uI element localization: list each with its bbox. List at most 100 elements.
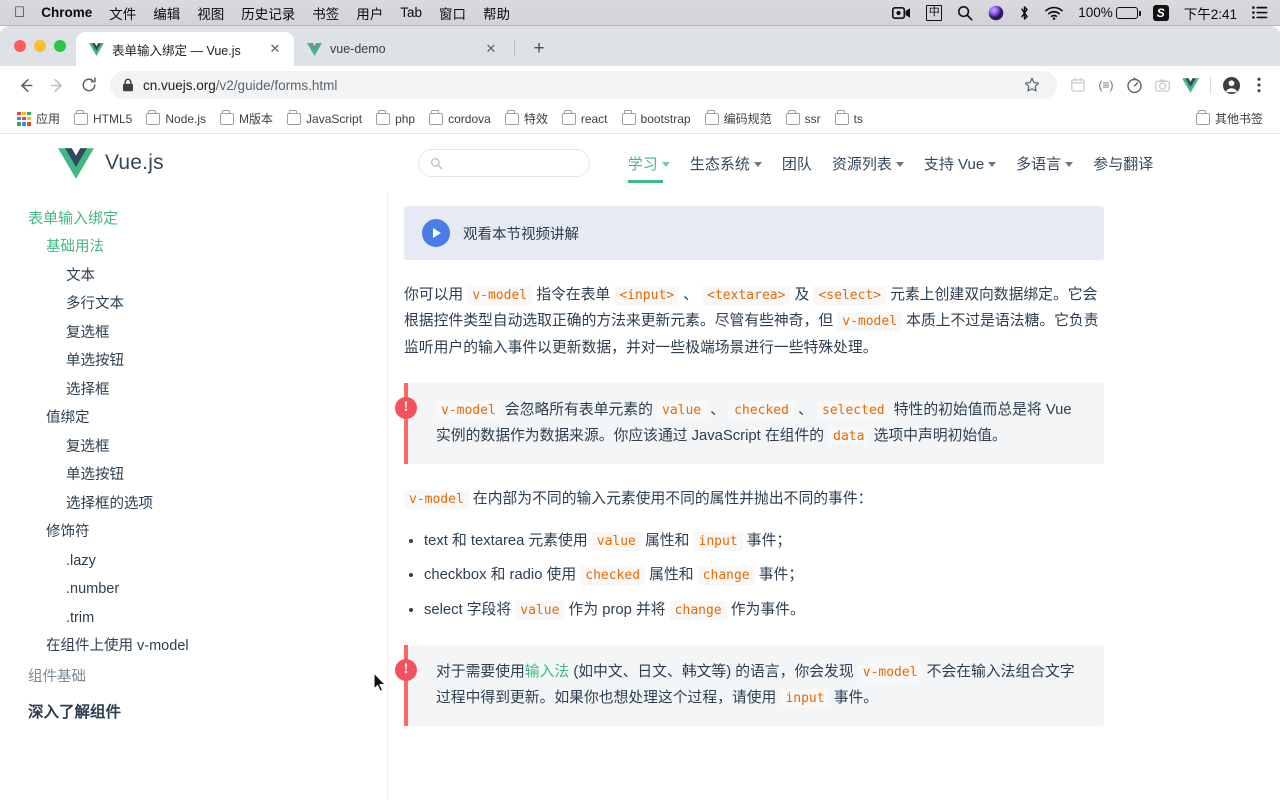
nav-item-resources[interactable]: 资源列表 xyxy=(822,149,914,178)
tip-paragraph: 对于需要使用输入法 (如中文、日文、韩文等) 的语言，你会发现 v-model … xyxy=(436,659,1084,712)
bookmark-javascript[interactable]: JavaScript xyxy=(280,109,369,129)
sidebar-item-textarea[interactable]: 多行文本 xyxy=(24,290,387,319)
bookmark-ts[interactable]: ts xyxy=(828,109,870,129)
browser-tab-inactive[interactable]: vue-demo ✕ xyxy=(294,32,510,66)
bullet-1-text-2: 属性和 xyxy=(645,567,698,584)
sidebar-item-value-binding[interactable]: 值绑定 xyxy=(24,404,387,433)
sidebar-item-vmodel-components[interactable]: 在组件上使用 v-model xyxy=(24,632,387,661)
bookmark-nodejs[interactable]: Node.js xyxy=(139,109,213,129)
minimize-window-button[interactable] xyxy=(34,40,46,52)
video-banner[interactable]: 观看本节视频讲解 xyxy=(404,206,1104,260)
bookmark-label: ssr xyxy=(804,111,821,126)
bookmark-label: 应用 xyxy=(36,112,61,126)
bookmark-php[interactable]: php xyxy=(369,109,422,129)
bookmark-ssr[interactable]: ssr xyxy=(779,109,828,129)
code-v-model: v-model xyxy=(467,286,533,305)
folder-icon xyxy=(287,110,302,125)
sidebar-item-checkbox[interactable]: 复选框 xyxy=(24,319,387,348)
sidebar-item-select[interactable]: 选择框 xyxy=(24,376,387,405)
menu-item-file[interactable]: 文件 xyxy=(109,3,136,23)
bookmark-apps[interactable]: 应用 xyxy=(10,107,67,130)
menu-item-window[interactable]: 窗口 xyxy=(439,3,466,23)
menu-item-profiles[interactable]: 用户 xyxy=(356,3,383,23)
camera-extension-icon[interactable] xyxy=(1149,72,1175,98)
battery-status[interactable]: 100% xyxy=(1078,5,1141,20)
bookmark-html5[interactable]: HTML5 xyxy=(67,109,139,129)
calendar-extension-icon[interactable] xyxy=(1065,72,1091,98)
sidebar-item-text[interactable]: 文本 xyxy=(24,262,387,291)
nav-item-team[interactable]: 团队 xyxy=(772,149,822,178)
bookmark-texiao[interactable]: 特效 xyxy=(498,107,555,130)
sidebar-item-radio[interactable]: 单选按钮 xyxy=(24,347,387,376)
menu-item-history[interactable]: 历史记录 xyxy=(241,3,295,23)
bluetooth-icon[interactable] xyxy=(1019,5,1030,21)
nav-item-support[interactable]: 支持 Vue xyxy=(914,149,1006,178)
nav-item-learn[interactable]: 学习 xyxy=(618,149,680,183)
bookmark-cordova[interactable]: cordova xyxy=(422,109,498,129)
ime-link[interactable]: 输入法 xyxy=(525,664,569,680)
nav-item-languages[interactable]: 多语言 xyxy=(1006,149,1083,178)
menu-item-view[interactable]: 视图 xyxy=(197,3,224,23)
bookmark-bianmaguifan[interactable]: 编码规范 xyxy=(698,107,779,130)
close-tab-button[interactable]: ✕ xyxy=(482,40,500,58)
bookmark-react[interactable]: react xyxy=(555,109,615,129)
star-icon[interactable] xyxy=(1019,72,1045,98)
video-banner-label: 观看本节视频讲解 xyxy=(463,226,579,243)
control-center-icon[interactable] xyxy=(1252,6,1268,19)
bookmark-bootstrap[interactable]: bootstrap xyxy=(615,109,698,129)
input-method-icon[interactable]: 中 xyxy=(926,4,943,21)
vue-devtools-icon[interactable] xyxy=(1177,72,1203,98)
apple-icon[interactable]:  xyxy=(14,5,25,20)
sidebar-item-basic-usage[interactable]: 基础用法 xyxy=(24,233,387,262)
sidebar-item-components-basics[interactable]: 组件基础 xyxy=(24,661,387,694)
bookmark-other[interactable]: 其他书签 xyxy=(1189,107,1270,130)
intro-text-2: 指令在表单 xyxy=(532,287,615,303)
folder-icon xyxy=(561,110,576,125)
sidebar-item-radio-value[interactable]: 单选按钮 xyxy=(24,461,387,490)
forward-arrow-icon[interactable] xyxy=(42,70,72,100)
bullet-0-text-3: 事件； xyxy=(742,532,792,549)
reload-icon[interactable] xyxy=(74,70,104,100)
close-window-button[interactable] xyxy=(14,40,26,52)
screen-record-icon[interactable] xyxy=(892,6,911,20)
play-icon[interactable] xyxy=(422,219,450,247)
nav-item-ecosystem[interactable]: 生态系统 xyxy=(680,149,772,178)
back-arrow-icon[interactable] xyxy=(10,70,40,100)
sogou-input-icon[interactable]: S xyxy=(1152,4,1169,21)
bookmark-mbanben[interactable]: M版本 xyxy=(213,107,280,130)
wifi-icon[interactable] xyxy=(1045,6,1064,20)
three-dot-menu-icon[interactable] xyxy=(1246,72,1272,98)
address-bar[interactable]: cn.vuejs.org/v2/guide/forms.html xyxy=(110,71,1057,99)
close-tab-button[interactable]: ✕ xyxy=(266,40,284,58)
spotlight-search-icon[interactable] xyxy=(957,5,973,21)
profile-avatar-icon[interactable] xyxy=(1218,72,1244,98)
sidebar-item-modifiers[interactable]: 修饰符 xyxy=(24,518,387,547)
sidebar-section-components-indepth[interactable]: 深入了解组件 xyxy=(24,693,387,728)
sidebar-item-lazy[interactable]: .lazy xyxy=(24,547,387,576)
site-brand[interactable]: Vue.js xyxy=(58,147,164,179)
menu-item-chrome[interactable]: Chrome xyxy=(41,5,92,20)
sidebar-item-trim[interactable]: .trim xyxy=(24,604,387,633)
sidebar-item-number[interactable]: .number xyxy=(24,575,387,604)
menu-item-bookmarks[interactable]: 书签 xyxy=(312,3,339,23)
bookmark-label: 编码规范 xyxy=(723,112,772,126)
intro-paragraph: 你可以用 v-model 指令在表单 <input> 、 <textarea> … xyxy=(404,282,1104,361)
sidebar-item-form-input-binding[interactable]: 表单输入绑定 xyxy=(24,204,387,233)
sidebar-item-checkbox-value[interactable]: 复选框 xyxy=(24,433,387,462)
site-search-input[interactable] xyxy=(417,149,590,177)
list-extension-icon[interactable]: (≡) xyxy=(1093,72,1119,98)
new-tab-button[interactable]: + xyxy=(525,35,553,63)
speed-extension-icon[interactable] xyxy=(1121,72,1147,98)
menu-item-help[interactable]: 帮助 xyxy=(483,3,510,23)
menubar-clock[interactable]: 下午2:41 xyxy=(1184,3,1237,23)
menu-item-tab[interactable]: Tab xyxy=(400,5,422,20)
menu-item-edit[interactable]: 编辑 xyxy=(153,3,180,23)
sidebar-item-select-options[interactable]: 选择框的选项 xyxy=(24,490,387,519)
tip2-text-1: 对于需要使用 xyxy=(436,663,525,680)
battery-percent-label: 100% xyxy=(1078,5,1113,20)
nav-item-translate[interactable]: 参与翻译 xyxy=(1083,149,1163,178)
siri-icon[interactable] xyxy=(988,5,1004,21)
maximize-window-button[interactable] xyxy=(54,40,66,52)
browser-tab-active[interactable]: 表单输入绑定 — Vue.js ✕ xyxy=(76,32,294,66)
bullet-2-text-1: select 字段将 xyxy=(424,601,516,618)
